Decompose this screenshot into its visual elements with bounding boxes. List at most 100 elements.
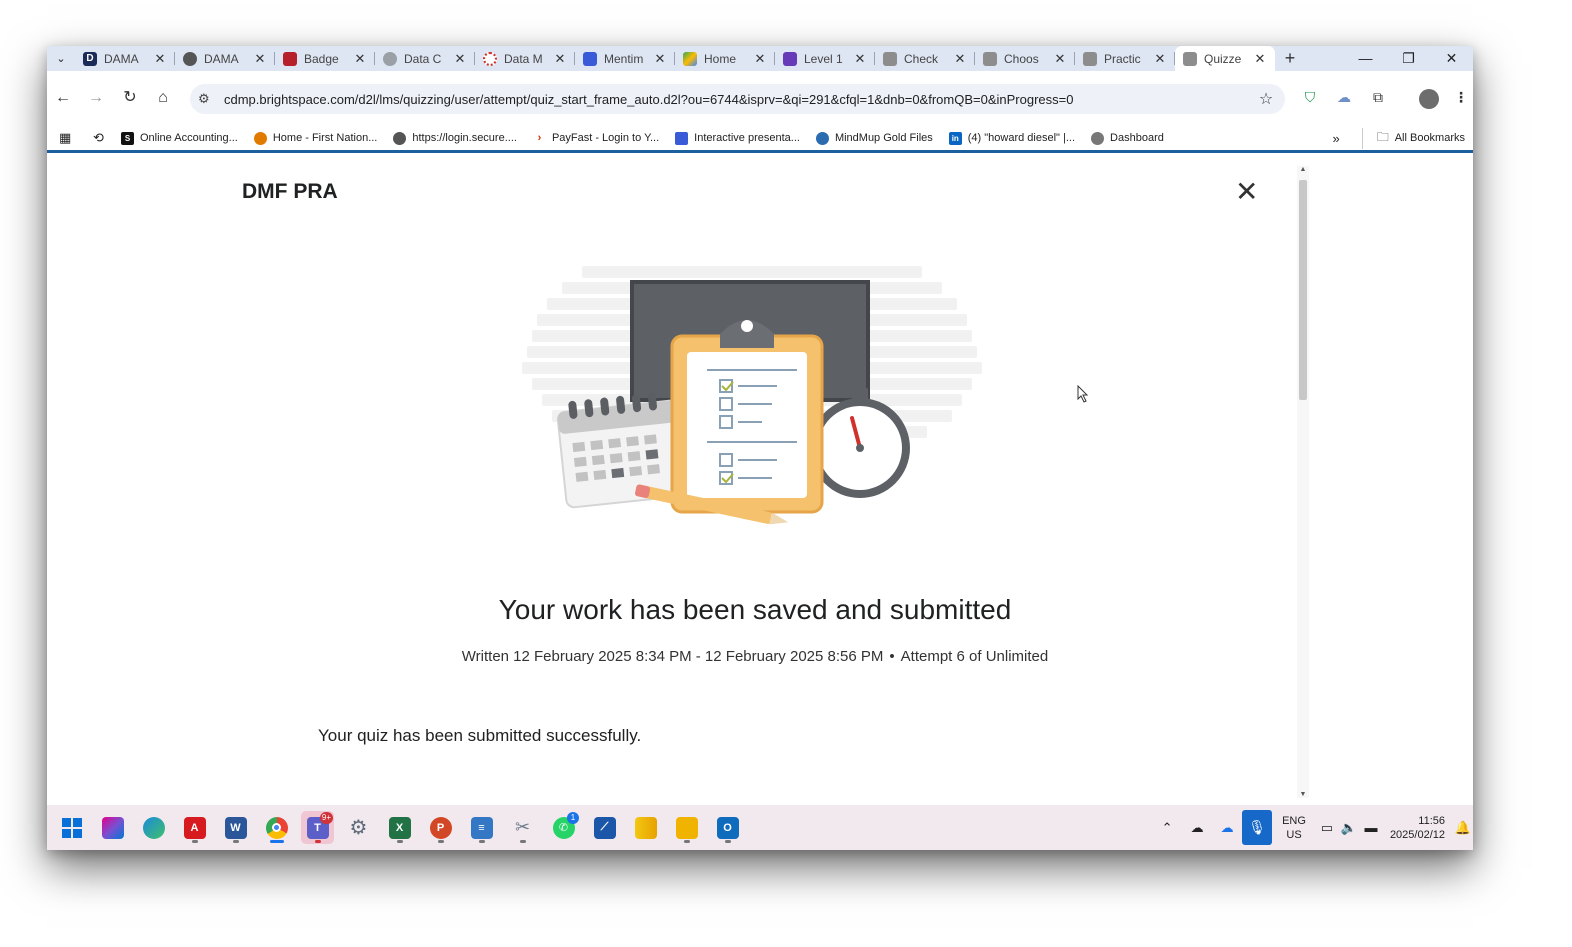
clock[interactable]: 11:56 2025/02/12	[1390, 814, 1445, 842]
vertical-scrollbar[interactable]: ▲ ▼	[1297, 166, 1309, 798]
tab-badge[interactable]: Badge ✕	[275, 46, 375, 71]
menu-kebab-icon[interactable]: ⋮	[1451, 89, 1471, 109]
taskbar-app-notepad[interactable]: ≡	[465, 811, 498, 844]
close-icon[interactable]: ✕	[1235, 178, 1258, 206]
tab-close-icon[interactable]: ✕	[653, 51, 667, 67]
system-tray: ⌃ ☁ ☁ 🎙 ENG US ▭ 🔈 ▬ 11:56 2025/02/12 🔔	[1152, 805, 1473, 850]
tab-close-icon[interactable]: ✕	[1153, 51, 1167, 67]
taskbar-app-whatsapp[interactable]: ✆ 1	[547, 811, 580, 844]
minimize-icon[interactable]: —	[1344, 46, 1387, 71]
tab-check[interactable]: Check ✕	[875, 46, 975, 71]
d2l-icon	[1183, 51, 1197, 66]
tab-mentimeter[interactable]: Mentim ✕	[575, 46, 675, 71]
network-icon[interactable]: ▭	[1316, 820, 1338, 836]
bookmark-item[interactable]: Interactive presenta...	[675, 131, 800, 145]
tab-choose[interactable]: Choos ✕	[975, 46, 1075, 71]
start-button[interactable]	[55, 811, 88, 844]
site-info-icon[interactable]: ⚙	[198, 91, 218, 107]
battery-icon[interactable]: ▬	[1360, 820, 1382, 835]
tab-close-icon[interactable]: ✕	[1253, 51, 1267, 67]
reload-icon[interactable]: ↻	[119, 87, 141, 109]
taskbar-app-outlook[interactable]: O	[711, 811, 744, 844]
onedrive-blue-icon[interactable]: ☁	[1212, 820, 1242, 836]
taskbar-app-word[interactable]: W	[219, 811, 252, 844]
tab-close-icon[interactable]: ✕	[253, 51, 267, 67]
edge-icon	[142, 816, 165, 839]
bookmark-item[interactable]: MindMup Gold Files	[815, 131, 933, 145]
back-arrow-icon[interactable]: ←	[52, 87, 74, 109]
tab-close-icon[interactable]: ✕	[553, 51, 567, 67]
acrobat-icon: A	[183, 816, 206, 839]
all-bookmarks-button[interactable]: 🗀 All Bookmarks	[1361, 127, 1465, 149]
tab-level[interactable]: Level 1 ✕	[775, 46, 875, 71]
bookmark-item[interactable]: https://login.secure....	[393, 131, 517, 145]
tab-search-button[interactable]: ⌄	[47, 46, 75, 71]
home-icon[interactable]: ⌂	[152, 87, 174, 109]
tab-close-icon[interactable]: ✕	[353, 51, 367, 67]
tab-close-icon[interactable]: ✕	[853, 51, 867, 67]
taskbar-app-file-explorer[interactable]	[670, 811, 703, 844]
chevron-up-icon[interactable]: ⌃	[1152, 820, 1182, 836]
scroll-down-arrow-icon[interactable]: ▼	[1297, 791, 1309, 798]
new-tab-button[interactable]: +	[1275, 48, 1305, 69]
taskbar-app-acrobat[interactable]: A	[178, 811, 211, 844]
tab-dama-2[interactable]: DAMA ✕	[175, 46, 275, 71]
bookmark-star-icon[interactable]: ☆	[1255, 89, 1277, 109]
shield-extension-icon[interactable]: ⛉	[1300, 89, 1320, 109]
bookmark-favicon	[815, 131, 829, 145]
tab-data-c[interactable]: Data C ✕	[375, 46, 475, 71]
cloud-extension-icon[interactable]: ☁	[1334, 89, 1354, 109]
taskbar-app-power-bi[interactable]	[629, 811, 662, 844]
taskbar-app-excel[interactable]: X	[383, 811, 416, 844]
tab-close-icon[interactable]: ✕	[953, 51, 967, 67]
taskbar-app-chrome[interactable]	[260, 811, 293, 844]
tab-close-icon[interactable]: ✕	[153, 51, 167, 67]
tab-home[interactable]: Home ✕	[675, 46, 775, 71]
bookmark-item[interactable]: in (4) "howard diesel" |...	[948, 131, 1075, 145]
bookmark-item[interactable]: Dashboard	[1091, 131, 1164, 145]
url-text[interactable]: cdmp.brightspace.com/d2l/lms/quizzing/us…	[224, 92, 1255, 107]
bookmark-label: Online Accounting...	[140, 132, 238, 144]
more-bookmarks-icon[interactable]: »	[1332, 131, 1339, 146]
notification-bell-icon[interactable]: 🔔	[1453, 820, 1473, 836]
bookmark-item[interactable]: Home - First Nation...	[253, 131, 377, 145]
volume-icon[interactable]: 🔈	[1338, 820, 1360, 836]
microphone-icon[interactable]: 🎙	[1242, 810, 1273, 845]
language-code: ENG	[1282, 814, 1306, 827]
bookmark-item[interactable]: S Online Accounting...	[121, 131, 238, 145]
forward-arrow-icon[interactable]: →	[85, 87, 107, 109]
bookmark-item[interactable]: › PayFast - Login to Y...	[533, 132, 660, 145]
tab-practice[interactable]: Practic ✕	[1075, 46, 1175, 71]
close-window-icon[interactable]: ✕	[1430, 46, 1473, 71]
history-icon[interactable]: ⟲	[93, 130, 121, 146]
tab-data-m[interactable]: Data M ✕	[475, 46, 575, 71]
extensions-puzzle-icon[interactable]: ⧉	[1368, 89, 1388, 109]
tab-label: Home	[704, 51, 737, 66]
running-indicator	[437, 840, 444, 843]
microsoft-365-icon	[101, 816, 124, 839]
taskbar-app-teams[interactable]: T 9+	[301, 811, 334, 844]
taskbar-app-edge[interactable]	[137, 811, 170, 844]
submission-headline: Your work has been saved and submitted	[498, 594, 1012, 625]
input-language[interactable]: ENG US	[1282, 814, 1306, 842]
taskbar-app-microsoft-365[interactable]	[96, 811, 129, 844]
profile-avatar[interactable]	[1419, 89, 1439, 109]
tab-quizzes-active[interactable]: Quizze ✕	[1175, 46, 1275, 71]
tab-close-icon[interactable]: ✕	[1053, 51, 1067, 67]
address-bar[interactable]: ⚙ cdmp.brightspace.com/d2l/lms/quizzing/…	[190, 84, 1285, 114]
attempt-count: Attempt 6 of Unlimited	[900, 648, 1049, 665]
scroll-thumb[interactable]	[1299, 180, 1307, 400]
taskbar-app-pdf-viewer[interactable]: ⟋	[588, 811, 621, 844]
tab-close-icon[interactable]: ✕	[753, 51, 767, 67]
taskbar-app-settings[interactable]: ⚙	[342, 811, 375, 844]
taskbar-app-powerpoint[interactable]: P	[424, 811, 457, 844]
scroll-up-arrow-icon[interactable]: ▲	[1297, 166, 1309, 173]
apps-grid-icon[interactable]: ▦	[59, 130, 83, 146]
tab-close-icon[interactable]: ✕	[453, 51, 467, 67]
restore-icon[interactable]: ❐	[1387, 46, 1430, 71]
clock-time: 11:56	[1418, 814, 1445, 827]
success-message: Your quiz has been submitted successfull…	[318, 726, 642, 745]
onedrive-grey-icon[interactable]: ☁	[1182, 820, 1212, 836]
tab-dama-1[interactable]: D DAMA ✕	[75, 46, 175, 71]
taskbar-app-snipping-tool[interactable]: ✂	[506, 811, 539, 844]
